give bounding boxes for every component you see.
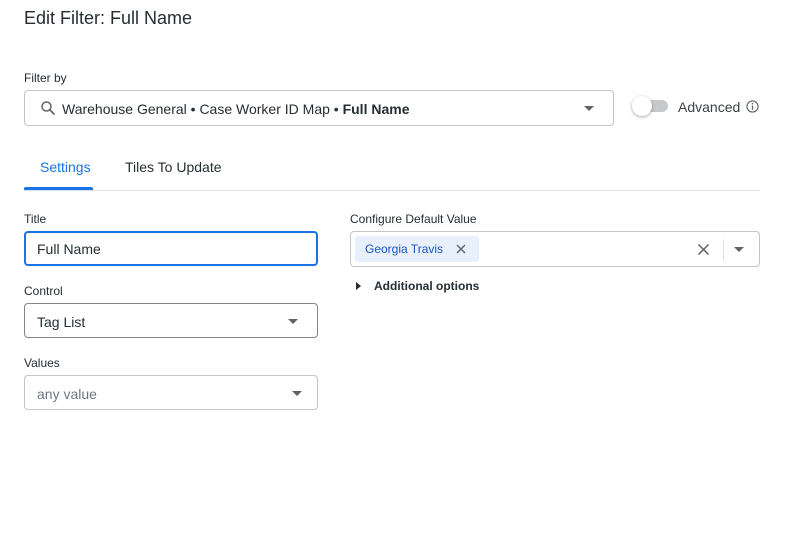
tab-tiles-to-update[interactable]: Tiles To Update	[125, 159, 222, 175]
tabs-divider	[24, 190, 760, 191]
filter-by-label: Filter by	[24, 71, 67, 85]
filter-by-field[interactable]: Warehouse General • Case Worker ID Map •…	[24, 90, 614, 126]
close-icon[interactable]	[455, 243, 467, 255]
filter-by-path: Warehouse General • Case Worker ID Map •	[62, 101, 343, 117]
chevron-down-icon[interactable]	[584, 106, 594, 111]
chevron-down-icon	[292, 391, 302, 396]
advanced-label: Advanced	[678, 99, 741, 115]
toggle-thumb	[632, 96, 652, 116]
values-select[interactable]: any value	[24, 375, 318, 410]
default-value-label: Configure Default Value	[350, 212, 477, 226]
filter-by-value: Warehouse General • Case Worker ID Map •…	[62, 101, 409, 117]
tag-chip-label: Georgia Travis	[365, 242, 444, 256]
control-select[interactable]: Tag List	[24, 303, 318, 338]
title-label: Title	[24, 212, 47, 226]
control-label: Control	[24, 284, 63, 298]
clear-icon[interactable]	[697, 243, 710, 256]
values-placeholder: any value	[37, 386, 97, 402]
advanced-toggle[interactable]	[632, 96, 668, 116]
tag-chip: Georgia Travis	[355, 236, 479, 262]
values-label: Values	[24, 356, 60, 370]
title-input[interactable]	[24, 231, 318, 266]
filter-by-field-name: Full Name	[342, 101, 410, 117]
caret-right-icon	[356, 282, 361, 290]
divider	[723, 239, 724, 261]
tab-settings[interactable]: Settings	[40, 159, 91, 175]
default-value-tag-input[interactable]: Georgia Travis	[350, 231, 760, 267]
chevron-down-icon	[288, 319, 298, 324]
info-icon[interactable]	[746, 100, 759, 113]
edit-filter-dialog: Edit Filter: Full Name Filter by Warehou…	[0, 0, 787, 541]
control-value: Tag List	[37, 314, 86, 330]
chevron-down-icon[interactable]	[734, 247, 744, 252]
additional-options-label: Additional options	[374, 279, 480, 293]
search-icon	[41, 101, 55, 115]
dialog-title: Edit Filter: Full Name	[24, 8, 193, 28]
